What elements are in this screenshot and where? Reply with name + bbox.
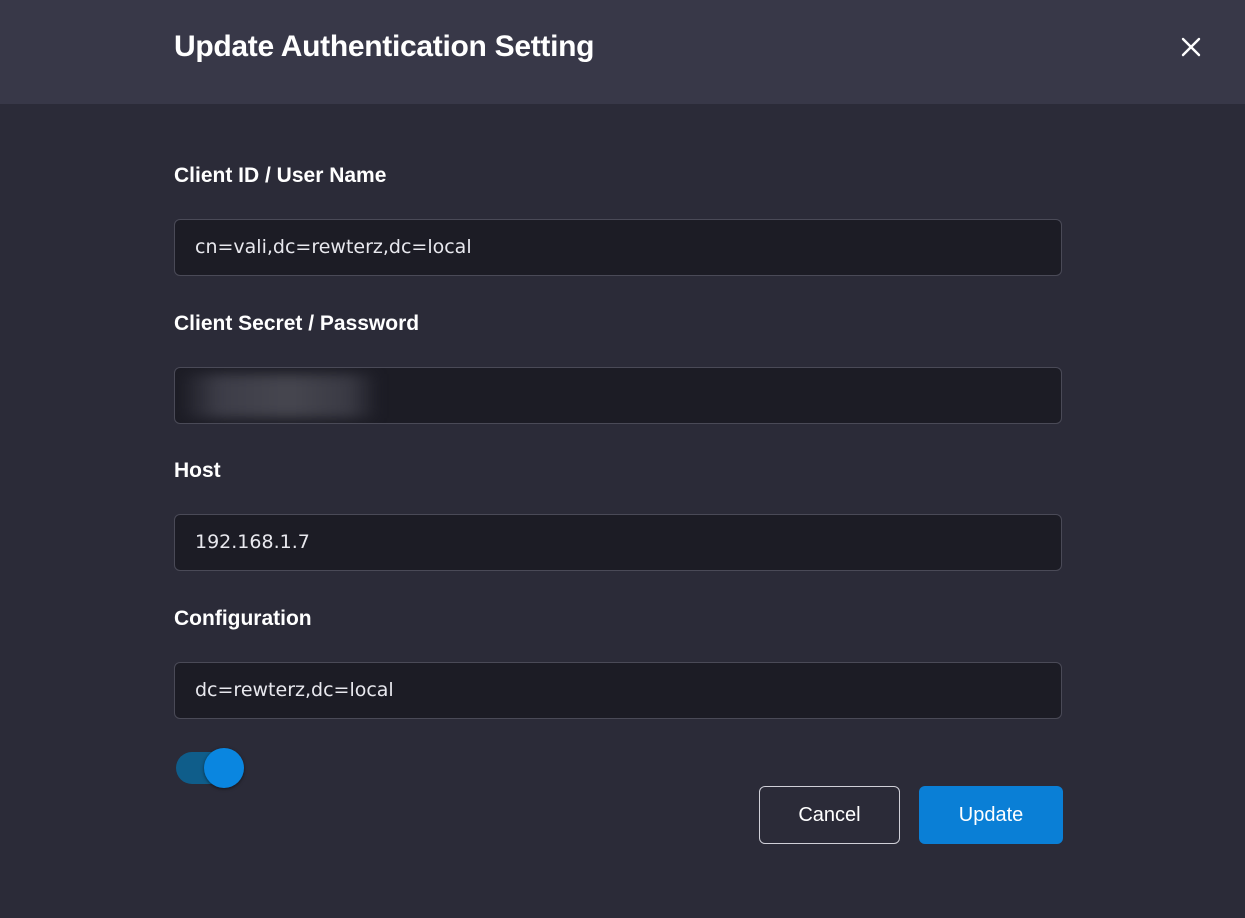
masked-secret-value	[179, 374, 379, 418]
dialog-header: Update Authentication Setting	[0, 0, 1245, 104]
host-input[interactable]: 192.168.1.7	[174, 514, 1062, 571]
close-icon[interactable]	[1176, 32, 1206, 62]
update-button[interactable]: Update	[919, 786, 1063, 844]
client-id-label: Client ID / User Name	[174, 164, 387, 187]
cancel-button[interactable]: Cancel	[759, 786, 900, 844]
configuration-label: Configuration	[174, 607, 312, 630]
configuration-input[interactable]: dc=rewterz,dc=local	[174, 662, 1062, 719]
update-auth-dialog: Update Authentication Setting Client ID …	[0, 0, 1245, 918]
host-label: Host	[174, 459, 221, 482]
dialog-title: Update Authentication Setting	[174, 30, 595, 63]
toggle-knob	[204, 748, 244, 788]
client-secret-label: Client Secret / Password	[174, 312, 420, 335]
client-id-input[interactable]: cn=vali,dc=rewterz,dc=local	[174, 219, 1062, 276]
client-secret-input[interactable]	[174, 367, 1062, 424]
enable-toggle[interactable]	[176, 748, 244, 788]
